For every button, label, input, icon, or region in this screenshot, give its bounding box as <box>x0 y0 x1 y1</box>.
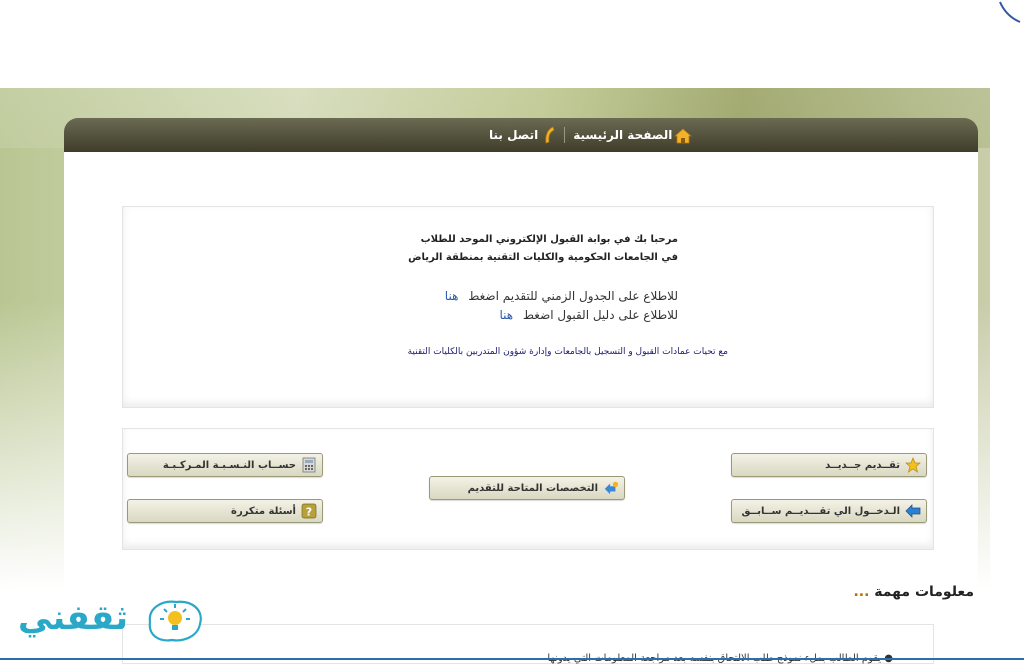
welcome-title-line2: في الجامعات الحكومية والكليات التقنية بم… <box>408 252 678 263</box>
actions-panel: تقــديم جــديــد الـدخــول الي تقـــديــ… <box>122 428 934 550</box>
guide-text: للاطلاع على دليل القبول اضغط <box>522 308 678 322</box>
arrow-left-icon <box>905 503 921 519</box>
schedule-line: للاطلاع على الجدول الزمني للتقديم اضغط ه… <box>445 289 678 303</box>
available-majors-button[interactable]: التخصصات المتاحة للتقديم <box>429 476 625 500</box>
heading-dots: ... <box>853 584 870 600</box>
home-icon <box>674 128 693 144</box>
nav-separator <box>564 127 566 143</box>
schedule-here-link[interactable]: هنا <box>445 289 459 303</box>
lightbulb-icon <box>148 600 202 642</box>
previous-application-label: الـدخــول الي تقـــديــم ســابــق <box>741 505 900 517</box>
nav-home-link[interactable]: الصفحة الرئيسية <box>573 128 693 144</box>
schedule-text: للاطلاع على الجدول الزمني للتقديم اضغط <box>468 289 678 303</box>
main-content: مرحبا بك في بوابة القبول الإلكتروني المو… <box>64 152 978 662</box>
majors-icon <box>603 480 619 496</box>
faq-label: أسئلة متكررة <box>231 505 296 517</box>
calculate-gpa-label: حســاب النـسـبـة المـركـبـة <box>162 459 296 471</box>
welcome-title-line1: مرحبا بك في بوابة القبول الإلكتروني المو… <box>420 234 678 245</box>
site-watermark-logo: ثقفني <box>14 596 206 648</box>
star-icon <box>905 457 921 473</box>
important-info-heading: معلومات مهمة ... <box>853 584 974 600</box>
available-majors-label: التخصصات المتاحة للتقديم <box>467 482 598 494</box>
phone-icon <box>542 126 556 144</box>
guide-here-link[interactable]: هنا <box>499 308 513 322</box>
new-application-button[interactable]: تقــديم جــديــد <box>731 453 927 477</box>
guide-line: للاطلاع على دليل القبول اضغط هنا <box>499 308 678 322</box>
corner-arc <box>999 1 1021 23</box>
nav-home-label: الصفحة الرئيسية <box>573 128 673 142</box>
previous-application-button[interactable]: الـدخــول الي تقـــديــم ســابــق <box>731 499 927 523</box>
bottom-rule <box>0 658 1024 660</box>
faq-button[interactable]: ? أسئلة متكررة <box>127 499 323 523</box>
svg-text:?: ? <box>306 506 312 519</box>
calculate-gpa-button[interactable]: حســاب النـسـبـة المـركـبـة <box>127 453 323 477</box>
logo-text: ثقفني <box>18 598 130 638</box>
question-icon: ? <box>301 503 317 519</box>
welcome-panel: مرحبا بك في بوابة القبول الإلكتروني المو… <box>122 206 934 408</box>
greeting-text: مع تحيات عمادات القبول و التسجيل بالجامع… <box>407 347 728 357</box>
nav-contact-label: اتصل بنا <box>489 128 539 142</box>
nav-contact-link[interactable]: اتصل بنا <box>489 126 556 144</box>
calculator-icon <box>301 457 317 473</box>
important-info-title: معلومات مهمة <box>874 584 974 600</box>
top-navbar: الصفحة الرئيسية اتصل بنا <box>64 118 978 152</box>
new-application-label: تقــديم جــديــد <box>825 459 900 471</box>
